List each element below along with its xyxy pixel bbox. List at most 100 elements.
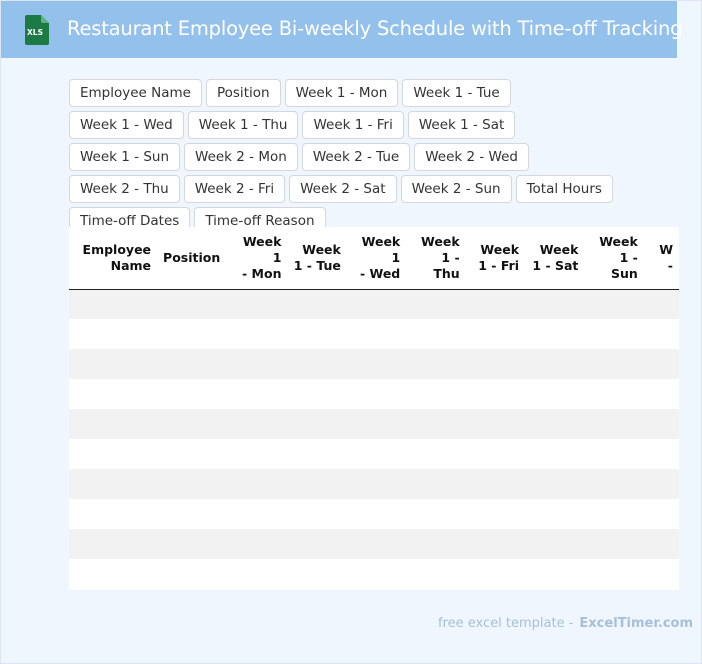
column-chip[interactable]: Week 1 - Tue: [402, 79, 511, 107]
table-cell[interactable]: [69, 439, 158, 469]
table-cell[interactable]: [228, 529, 288, 559]
column-chip[interactable]: Week 2 - Thu: [69, 175, 180, 203]
table-cell[interactable]: [69, 349, 158, 379]
table-cell[interactable]: [584, 439, 644, 469]
column-chip[interactable]: Week 2 - Mon: [184, 143, 298, 171]
table-cell[interactable]: [584, 409, 644, 439]
table-cell[interactable]: [228, 469, 288, 499]
column-chip[interactable]: Week 2 - Tue: [301, 143, 411, 171]
column-chip[interactable]: Week 1 - Fri: [302, 111, 404, 139]
column-header[interactable]: Week 1 - Fri: [465, 227, 526, 290]
table-cell[interactable]: [69, 529, 158, 559]
table-cell[interactable]: [157, 559, 229, 589]
table-cell[interactable]: [287, 559, 347, 589]
table-cell[interactable]: [69, 409, 158, 439]
table-cell[interactable]: [157, 529, 229, 559]
table-cell[interactable]: [346, 559, 407, 589]
table-cell[interactable]: [525, 409, 585, 439]
table-cell[interactable]: [228, 409, 288, 439]
column-chip[interactable]: Week 2 - Fri: [183, 175, 286, 203]
column-chip[interactable]: Position: [205, 79, 281, 107]
table-cell[interactable]: [525, 529, 585, 559]
table-cell[interactable]: [643, 349, 679, 379]
column-chip[interactable]: Week 1 - Mon: [284, 79, 399, 107]
table-cell[interactable]: [69, 559, 158, 589]
table-cell[interactable]: [346, 289, 407, 319]
table-cell[interactable]: [525, 349, 585, 379]
column-chip[interactable]: Week 1 - Wed: [69, 111, 184, 139]
table-cell[interactable]: [228, 379, 288, 409]
table-cell[interactable]: [346, 439, 407, 469]
table-cell[interactable]: [346, 349, 407, 379]
table-cell[interactable]: [643, 499, 679, 529]
table-cell[interactable]: [406, 379, 466, 409]
column-chip[interactable]: Week 2 - Sun: [400, 175, 512, 203]
table-cell[interactable]: [406, 319, 466, 349]
table-cell[interactable]: [584, 289, 644, 319]
table-cell[interactable]: [157, 319, 229, 349]
table-cell[interactable]: [465, 439, 526, 469]
table-cell[interactable]: [406, 289, 466, 319]
table-cell[interactable]: [287, 529, 347, 559]
column-header[interactable]: Week 1- Wed: [346, 227, 407, 290]
table-cell[interactable]: [287, 499, 347, 529]
table-cell[interactable]: [157, 349, 229, 379]
column-chip[interactable]: Week 1 - Sat: [407, 111, 516, 139]
table-cell[interactable]: [643, 379, 679, 409]
table-cell[interactable]: [584, 349, 644, 379]
column-header[interactable]: Position: [157, 227, 229, 290]
table-cell[interactable]: [287, 319, 347, 349]
table-cell[interactable]: [157, 379, 229, 409]
column-header[interactable]: Week 1- Mon: [228, 227, 288, 290]
footer-brand-link[interactable]: ExcelTimer.com: [579, 616, 693, 631]
table-cell[interactable]: [584, 469, 644, 499]
table-cell[interactable]: [228, 439, 288, 469]
table-cell[interactable]: [643, 439, 679, 469]
table-cell[interactable]: [525, 499, 585, 529]
table-cell[interactable]: [525, 469, 585, 499]
table-cell[interactable]: [157, 289, 229, 319]
table-cell[interactable]: [69, 499, 158, 529]
column-header[interactable]: Week 1 - Tue: [287, 227, 347, 290]
table-cell[interactable]: [287, 439, 347, 469]
table-cell[interactable]: [287, 409, 347, 439]
table-cell[interactable]: [228, 499, 288, 529]
table-cell[interactable]: [584, 559, 644, 589]
table-cell[interactable]: [465, 319, 526, 349]
table-cell[interactable]: [465, 559, 526, 589]
table-cell[interactable]: [406, 439, 466, 469]
table-cell[interactable]: [406, 409, 466, 439]
table-cell[interactable]: [525, 559, 585, 589]
column-header[interactable]: W-: [643, 227, 679, 290]
table-cell[interactable]: [525, 319, 585, 349]
table-cell[interactable]: [69, 379, 158, 409]
table-cell[interactable]: [525, 379, 585, 409]
column-header[interactable]: Week 1 - Thu: [406, 227, 466, 290]
table-cell[interactable]: [406, 349, 466, 379]
table-cell[interactable]: [69, 469, 158, 499]
column-header[interactable]: Week 1 - Sat: [525, 227, 585, 290]
column-chip[interactable]: Employee Name: [69, 79, 202, 107]
table-cell[interactable]: [584, 529, 644, 559]
table-cell[interactable]: [287, 469, 347, 499]
table-cell[interactable]: [69, 319, 158, 349]
table-cell[interactable]: [287, 289, 347, 319]
column-chip[interactable]: Week 1 - Sun: [69, 143, 181, 171]
table-cell[interactable]: [406, 529, 466, 559]
table-cell[interactable]: [643, 319, 679, 349]
table-cell[interactable]: [465, 289, 526, 319]
column-chip[interactable]: Total Hours: [515, 175, 613, 203]
table-cell[interactable]: [157, 469, 229, 499]
table-cell[interactable]: [228, 559, 288, 589]
table-cell[interactable]: [525, 289, 585, 319]
table-cell[interactable]: [346, 379, 407, 409]
table-cell[interactable]: [584, 319, 644, 349]
schedule-table-container[interactable]: Employee Name Position Week 1- Mon Week 1 - T…: [69, 227, 679, 590]
table-cell[interactable]: [228, 349, 288, 379]
column-header[interactable]: Week 1 - Sun: [584, 227, 644, 290]
table-cell[interactable]: [643, 409, 679, 439]
table-cell[interactable]: [406, 559, 466, 589]
table-cell[interactable]: [465, 379, 526, 409]
table-cell[interactable]: [465, 349, 526, 379]
table-cell[interactable]: [346, 319, 407, 349]
